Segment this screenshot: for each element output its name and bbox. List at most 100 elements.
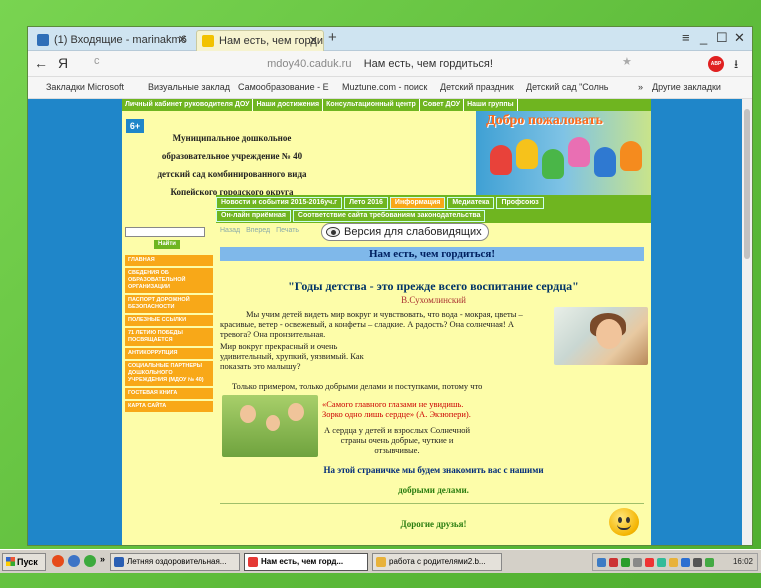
painted-hand-icon	[594, 147, 616, 177]
taskbar-item[interactable]: работа с родителями2.b...	[372, 553, 502, 571]
taskbar: Пуск » Летняя оздоровительная... Нам ест…	[0, 549, 761, 573]
other-bookmarks-folder[interactable]: Другие закладки	[652, 82, 721, 92]
adblock-icon[interactable]: ABP	[708, 56, 724, 72]
menu-icon[interactable]: ≡	[682, 30, 690, 45]
tray-icon[interactable]	[645, 558, 654, 567]
top-nav-item[interactable]: Наши достижения	[253, 99, 324, 111]
bookmark-item[interactable]: Muztune.com - поиск	[342, 82, 427, 92]
smiley-eye	[626, 517, 630, 523]
side-menu-item[interactable]: Сведения об образовательной организации	[125, 268, 213, 293]
maximize-button[interactable]: ☐	[716, 30, 728, 46]
word-icon	[114, 557, 124, 567]
top-nav-item[interactable]: Совет ДОУ	[420, 99, 465, 111]
photo-detail	[288, 403, 304, 421]
search-button[interactable]: Найти	[154, 240, 180, 249]
print-link[interactable]: Печать	[276, 227, 299, 234]
side-menu-item[interactable]: Карта сайта	[125, 401, 213, 412]
main-content: Назад Вперед Печать Версия для слабовидящи…	[216, 223, 651, 545]
page-scrollbar[interactable]	[742, 99, 752, 545]
mail-icon	[37, 34, 49, 46]
bookmark-item[interactable]: Закладки Microsoft	[46, 82, 124, 92]
page-viewport: Личный кабинет руководителя ДОУ Наши дост…	[28, 99, 744, 545]
taskbar-item[interactable]: Летняя оздоровительная...	[110, 553, 240, 571]
section-nav-item[interactable]: Информация	[389, 197, 446, 209]
section-nav-item[interactable]: Медиатека	[447, 197, 495, 209]
tab-strip: (1) Входящие - marinakm6 ✕ Нам есть, чем…	[28, 27, 752, 51]
section-nav-item[interactable]: Профсоюз	[496, 197, 544, 209]
volume-icon[interactable]	[693, 558, 702, 567]
folder-icon	[376, 557, 386, 567]
tray-icon[interactable]	[669, 558, 678, 567]
more-bookmarks-chevron-icon[interactable]: »	[638, 82, 643, 92]
photo-detail	[266, 415, 280, 431]
tab-mail[interactable]: (1) Входящие - marinakm6 ✕	[32, 30, 192, 51]
url-field[interactable]: mdoy40.caduk.ru Нам есть, чем гордиться!	[120, 54, 640, 74]
tray-icon[interactable]	[705, 558, 714, 567]
side-menu-item[interactable]: 71 летию Победы посвящается	[125, 328, 213, 346]
institution-line: образовательное учреждение № 40	[161, 151, 303, 161]
close-window-button[interactable]: ✕	[734, 30, 745, 46]
side-menu-item[interactable]: Антикоррупция	[125, 348, 213, 359]
bookmark-item[interactable]: Детский сад "Солнь	[526, 82, 609, 92]
bookmark-item[interactable]: Самообразование - Е	[238, 82, 329, 92]
paragraph: Только примером, только добрыми делами и…	[232, 381, 483, 391]
institution-name: Муниципальное дошкольное образовательное…	[142, 129, 322, 201]
reload-icon[interactable]: c	[94, 55, 100, 67]
side-menu-item[interactable]: Социальные партнеры дошкольного учрежден…	[125, 361, 213, 386]
site-favicon-icon	[202, 35, 214, 47]
photo-detail	[240, 405, 256, 423]
quicklaunch-more-chevron-icon[interactable]: »	[100, 554, 105, 564]
tray-icon[interactable]	[657, 558, 666, 567]
quote-author: В.Сухомлинский	[401, 295, 466, 305]
side-menu-item[interactable]: Паспорт дорожной безопасности	[125, 295, 213, 313]
clock: 16:02	[732, 557, 753, 566]
institution-line: Муниципальное дошкольное	[172, 133, 292, 143]
bookmark-item[interactable]: Визуальные заклад	[148, 82, 230, 92]
url-page-title: Нам есть, чем гордиться!	[363, 58, 493, 70]
tab-active[interactable]: Нам есть, чем гордить ✕	[196, 30, 324, 51]
top-nav-item[interactable]: Личный кабинет руководителя ДОУ	[122, 99, 254, 111]
address-bar-row: ← Я c mdoy40.caduk.ru Нам есть, чем горд…	[28, 51, 752, 77]
back-button[interactable]: ←	[34, 55, 48, 71]
bookmark-item[interactable]: Детский праздник	[440, 82, 514, 92]
side-menu-item[interactable]: Полезные ссылки	[125, 315, 213, 326]
info-line-2: добрыми делами.	[398, 485, 469, 495]
tray-icon[interactable]	[609, 558, 618, 567]
taskbar-item-active[interactable]: Нам есть, чем горд...	[244, 553, 368, 571]
painted-hand-icon	[542, 149, 564, 179]
tray-icon[interactable]	[681, 558, 690, 567]
section-nav-item[interactable]: Новости и события 2015-2016уч.г	[216, 197, 343, 209]
section-nav-item[interactable]: Он-лайн приёмная	[216, 210, 291, 222]
app-icon[interactable]	[84, 555, 96, 567]
section-nav-row: Новости и события 2015-2016уч.г Лето 2016…	[216, 197, 546, 209]
section-nav-item[interactable]: Соответствие сайта требованиям законодат…	[292, 210, 486, 222]
explorer-icon[interactable]	[68, 555, 80, 567]
close-tab-icon[interactable]: ✕	[178, 30, 187, 51]
back-link[interactable]: Назад	[220, 227, 240, 234]
tab-label: (1) Входящие - marinakm6	[54, 34, 187, 46]
side-menu-item[interactable]: Гостевая книга	[125, 388, 213, 399]
download-icon[interactable]: ⭳	[734, 55, 738, 76]
scroll-thumb[interactable]	[744, 109, 750, 259]
bookmark-star-icon[interactable]: ★	[622, 55, 632, 68]
accessibility-version-button[interactable]: Версия для слабовидящих	[321, 223, 489, 241]
taskbar-item-label: Летняя оздоровительная...	[127, 557, 227, 566]
minimize-button[interactable]: _	[700, 30, 707, 45]
section-nav-item[interactable]: Лето 2016	[344, 197, 388, 209]
start-button[interactable]: Пуск	[2, 553, 46, 571]
top-nav-item[interactable]: Консультационный центр	[323, 99, 420, 111]
divider	[220, 503, 644, 504]
tray-icon[interactable]	[621, 558, 630, 567]
top-nav-item[interactable]: Наши группы	[464, 99, 518, 111]
chrome-icon[interactable]	[52, 555, 64, 567]
network-icon[interactable]	[633, 558, 642, 567]
accessibility-label: Версия для слабовидящих	[344, 226, 482, 238]
painted-hand-icon	[490, 145, 512, 175]
yandex-home-button[interactable]: Я	[58, 55, 68, 71]
close-tab-icon[interactable]: ✕	[309, 31, 318, 51]
forward-link[interactable]: Вперед	[246, 227, 270, 234]
tray-icon[interactable]	[597, 558, 606, 567]
new-tab-button[interactable]: +	[328, 29, 337, 46]
side-menu-item[interactable]: Главная	[125, 255, 213, 266]
site-search-input[interactable]	[125, 227, 205, 237]
